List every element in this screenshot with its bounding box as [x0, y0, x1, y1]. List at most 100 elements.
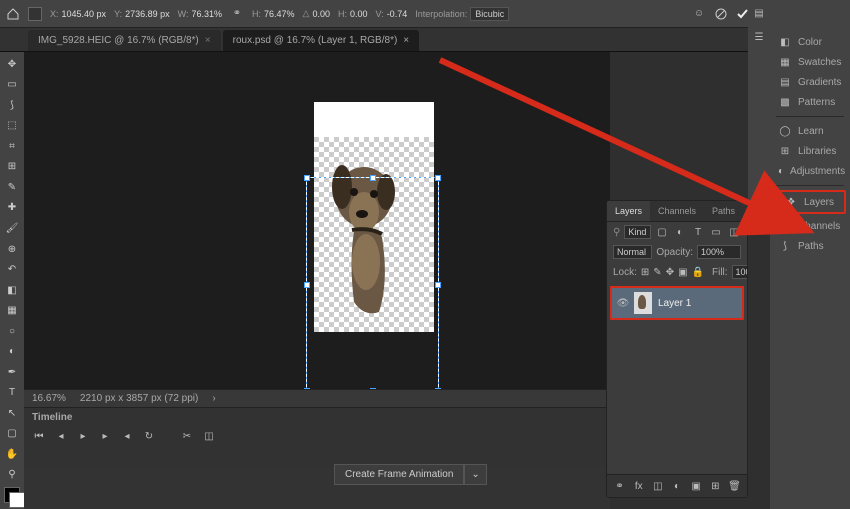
panel-patterns[interactable]: ▩Patterns [770, 92, 850, 112]
panel-color[interactable]: ◧Color [770, 32, 850, 52]
selection-tool[interactable]: ⬚ [2, 118, 22, 135]
eyedropper-tool[interactable]: ✎ [2, 179, 22, 196]
blend-mode-select[interactable]: Normal [613, 245, 652, 259]
visibility-icon[interactable]: 👁 [616, 296, 630, 310]
w-value[interactable]: 76.31% [191, 9, 222, 19]
layer-name[interactable]: Layer 1 [658, 298, 691, 309]
group-icon[interactable]: ▣ [690, 479, 703, 493]
stamp-tool[interactable]: ⊕ [2, 241, 22, 258]
mask-icon[interactable]: ◫ [651, 479, 664, 493]
crop-tool[interactable]: ⌗ [2, 138, 22, 155]
lock-pixel-icon[interactable]: ✎ [653, 265, 661, 279]
lock-artboard-icon[interactable]: ▣ [678, 265, 687, 279]
properties-icon[interactable]: ☰ [752, 30, 766, 44]
close-icon[interactable]: × [403, 35, 409, 46]
panel-swatches[interactable]: ▦Swatches [770, 52, 850, 72]
interp-label: Interpolation: [415, 9, 467, 19]
panel-gradients[interactable]: ▤Gradients [770, 72, 850, 92]
zoom-tool[interactable]: ⚲ [2, 467, 22, 484]
dodge-tool[interactable]: ◐ [2, 343, 22, 360]
hand-tool[interactable]: ✋ [2, 446, 22, 463]
panel-layers[interactable]: ❖Layers [774, 190, 846, 214]
filter-pixel-icon[interactable]: ▢ [655, 225, 669, 239]
interp-select[interactable]: Bicubic [470, 7, 509, 21]
opacity-value[interactable]: 100% [697, 245, 741, 259]
marquee-tool[interactable]: ▭ [2, 77, 22, 94]
puppet-icon[interactable]: ☺ [692, 7, 706, 21]
home-icon[interactable] [6, 7, 20, 21]
create-animation-dropdown[interactable]: ⌄ [464, 464, 486, 485]
next-frame-icon[interactable]: ▸ [98, 429, 112, 443]
tab-label: roux.psd @ 16.7% (Layer 1, RGB/8*) [233, 35, 398, 46]
link-icon[interactable]: ⚭ [230, 7, 244, 21]
history-brush-tool[interactable]: ↶ [2, 261, 22, 278]
filter-adj-icon[interactable]: ◐ [673, 225, 687, 239]
eraser-tool[interactable]: ◧ [2, 282, 22, 299]
layers-tab[interactable]: Layers [607, 201, 650, 221]
vskew-value[interactable]: -0.74 [387, 9, 408, 19]
chevron-right-icon[interactable]: › [212, 393, 215, 404]
loop-icon[interactable]: ↻ [142, 429, 156, 443]
frame-tool[interactable]: ⊞ [2, 159, 22, 176]
new-layer-icon[interactable]: ⊞ [709, 479, 722, 493]
x-label: X: [50, 9, 59, 19]
fill-label: Fill: [712, 267, 728, 278]
cut-icon[interactable]: ✂ [180, 429, 194, 443]
gradient-tool[interactable]: ▦ [2, 302, 22, 319]
y-value[interactable]: 2736.89 px [125, 9, 170, 19]
hskew-value[interactable]: 0.00 [350, 9, 368, 19]
panel-libraries[interactable]: ⊞Libraries [770, 141, 850, 161]
angle-value[interactable]: 0.00 [312, 9, 330, 19]
shape-tool[interactable]: ▢ [2, 426, 22, 443]
layer-row[interactable]: 👁 Layer 1 [610, 286, 744, 320]
lock-all-icon[interactable]: 🔒 [692, 265, 704, 279]
fx-icon[interactable]: fx [632, 479, 645, 493]
x-value[interactable]: 1045.40 px [62, 9, 107, 19]
tab-roux[interactable]: roux.psd @ 16.7% (Layer 1, RGB/8*) × [223, 30, 420, 51]
filter-smart-icon[interactable]: ◫ [727, 225, 741, 239]
close-icon[interactable]: × [205, 35, 211, 46]
link-layers-icon[interactable]: ⚭ [613, 479, 626, 493]
cancel-icon[interactable] [714, 7, 728, 21]
move-tool[interactable]: ✥ [2, 56, 22, 73]
document-canvas[interactable] [314, 102, 434, 332]
type-tool[interactable]: T [2, 385, 22, 402]
play-icon[interactable]: ▸ [76, 429, 90, 443]
filter-shape-icon[interactable]: ▭ [709, 225, 723, 239]
panel-learn[interactable]: ◯Learn [770, 121, 850, 141]
color-swatches[interactable] [4, 487, 20, 503]
channels-tab[interactable]: Channels [650, 201, 704, 221]
lasso-tool[interactable]: ⟆ [2, 97, 22, 114]
audio-icon[interactable]: ◂ [120, 429, 134, 443]
adjustment-layer-icon[interactable]: ◐ [670, 479, 683, 493]
first-frame-icon[interactable]: ⏮ [32, 429, 46, 443]
panel-channels[interactable]: ◫Channels [770, 216, 850, 236]
panel-adjustments[interactable]: ◐Adjustments [770, 161, 850, 181]
brush-tool[interactable]: 🖌 [2, 220, 22, 237]
fill-value[interactable]: 100% [732, 265, 748, 279]
reference-point-icon[interactable] [28, 7, 42, 21]
layer-thumbnail[interactable] [634, 292, 652, 314]
panel-label: Libraries [798, 146, 836, 157]
delete-layer-icon[interactable]: 🗑 [728, 479, 741, 493]
create-animation-button[interactable]: Create Frame Animation [334, 464, 464, 485]
lock-pos-icon[interactable]: ✥ [666, 265, 674, 279]
canvas-area[interactable] [24, 52, 610, 389]
zoom-value[interactable]: 16.67% [32, 393, 66, 404]
heal-tool[interactable]: ✚ [2, 200, 22, 217]
history-icon[interactable]: ▤ [752, 6, 766, 20]
pen-tool[interactable]: ✒ [2, 364, 22, 381]
path-tool[interactable]: ↖ [2, 405, 22, 422]
chevron-right-icon[interactable]: » [743, 201, 748, 215]
h-value[interactable]: 76.47% [264, 9, 295, 19]
prev-frame-icon[interactable]: ◂ [54, 429, 68, 443]
blur-tool[interactable]: ○ [2, 323, 22, 340]
tab-img5928[interactable]: IMG_5928.HEIC @ 16.7% (RGB/8*)× [28, 30, 221, 51]
filter-kind-select[interactable]: Kind [624, 225, 651, 239]
filter-type-icon[interactable]: T [691, 225, 705, 239]
lock-trans-icon[interactable]: ⊞ [641, 265, 649, 279]
panel-paths[interactable]: ⟆Paths [770, 236, 850, 256]
status-bar: 16.67% 2210 px x 3857 px (72 ppi) › [24, 389, 610, 407]
paths-tab[interactable]: Paths [704, 201, 743, 221]
transition-icon[interactable]: ◫ [202, 429, 216, 443]
